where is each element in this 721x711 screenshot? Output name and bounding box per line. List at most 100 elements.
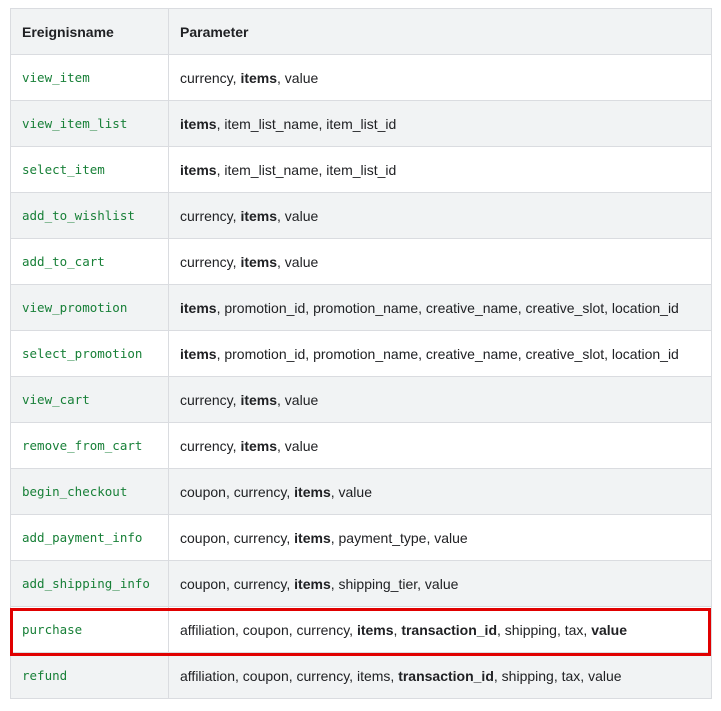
parameter: value	[284, 253, 319, 270]
column-header-event-name: Ereignisname	[10, 8, 169, 55]
parameter: value	[284, 391, 319, 408]
required-parameter: items	[180, 115, 217, 132]
parameter: shipping	[501, 667, 554, 684]
parameter: coupon	[242, 621, 289, 638]
parameter: creative_name	[425, 299, 518, 316]
required-parameter: items	[240, 437, 278, 454]
table-row: view_item currency, items, value	[10, 54, 712, 101]
parameter: tax	[561, 667, 581, 684]
event-name-cell: remove_from_cart	[10, 422, 169, 469]
table-row: purchase affiliation, coupon, currency, i…	[10, 606, 712, 653]
required-parameter: transaction_id	[398, 667, 494, 684]
parameter: currency	[233, 575, 287, 592]
table-row: add_to_wishlist currency, items, value	[10, 192, 712, 239]
table-row: add_shipping_info coupon, currency, items…	[10, 560, 712, 607]
column-header-parameter: Parameter	[168, 8, 712, 55]
parameter: affiliation	[180, 621, 236, 638]
table-body: view_item currency, items, value view_item…	[10, 54, 712, 699]
parameter: currency	[233, 529, 287, 546]
table-row: add_to_cart currency, items, value	[10, 238, 712, 285]
event-name-cell: add_to_wishlist	[10, 192, 169, 239]
event-name-cell: refund	[10, 652, 169, 699]
event-name-cell: view_cart	[10, 376, 169, 423]
table-row: select_item items, item_list_name, item_l…	[10, 146, 712, 193]
parameter: value	[284, 69, 319, 86]
parameter: creative_slot	[525, 299, 605, 316]
parameter-cell: items, item_list_name, item_list_id	[168, 146, 712, 193]
table-row: begin_checkout coupon, currency, items, v…	[10, 468, 712, 515]
parameter-cell: currency, items, value	[168, 238, 712, 285]
parameter-cell: coupon, currency, items, value	[168, 468, 712, 515]
parameter: affiliation	[180, 667, 236, 684]
parameter: items	[356, 667, 391, 684]
required-parameter: items	[180, 161, 217, 178]
event-name-cell: begin_checkout	[10, 468, 169, 515]
parameter: currency	[180, 437, 233, 454]
parameter: item_list_name	[224, 161, 319, 178]
parameter: creative_name	[425, 345, 518, 362]
parameter-cell: items, promotion_id, promotion_name, cre…	[168, 284, 712, 331]
required-parameter: items	[240, 69, 278, 86]
table-row: view_cart currency, items, value	[10, 376, 712, 423]
table-row: view_item_list items, item_list_name, ite…	[10, 100, 712, 147]
required-parameter: items	[294, 529, 331, 546]
event-name-cell: purchase	[10, 606, 169, 653]
parameter-cell: currency, items, value	[168, 376, 712, 423]
parameter: currency	[233, 483, 287, 500]
event-name-cell: select_item	[10, 146, 169, 193]
parameter: creative_slot	[525, 345, 605, 362]
parameter: tax	[564, 621, 584, 638]
parameter: currency	[296, 667, 350, 684]
table-row: refund affiliation, coupon, currency, ite…	[10, 652, 712, 699]
required-parameter: transaction_id	[401, 621, 498, 638]
parameter: item_list_id	[326, 161, 397, 178]
parameter: value	[434, 529, 468, 546]
parameter: value	[284, 437, 319, 454]
required-parameter: items	[240, 253, 278, 270]
parameter: currency	[180, 253, 233, 270]
event-name-cell: add_to_cart	[10, 238, 169, 285]
parameter: currency	[180, 207, 233, 224]
parameter: promotion_id	[224, 345, 306, 362]
parameter-cell: currency, items, value	[168, 192, 712, 239]
parameter-cell: currency, items, value	[168, 54, 712, 101]
parameter: promotion_name	[313, 345, 419, 362]
parameter: promotion_name	[313, 299, 419, 316]
events-parameter-table: Ereignisname Parameter view_item currency…	[10, 8, 712, 699]
required-parameter: value	[591, 621, 628, 638]
table-row: view_promotion items, promotion_id, promo…	[10, 284, 712, 331]
parameter: value	[424, 575, 459, 592]
table-row: select_promotion items, promotion_id, pro…	[10, 330, 712, 377]
event-name-cell: view_item_list	[10, 100, 169, 147]
parameter-cell: affiliation, coupon, currency, items, tr…	[168, 606, 712, 653]
parameter: coupon	[242, 667, 289, 684]
required-parameter: items	[180, 299, 217, 316]
parameter-cell: items, item_list_name, item_list_id	[168, 100, 712, 147]
parameter-cell: currency, items, value	[168, 422, 712, 469]
parameter: coupon	[180, 529, 226, 546]
parameter: currency	[180, 69, 233, 86]
parameter-cell: coupon, currency, items, payment_type, v…	[168, 514, 712, 561]
required-parameter: items	[294, 575, 331, 592]
parameter: value	[284, 207, 319, 224]
required-parameter: items	[356, 621, 394, 638]
parameter: coupon	[180, 575, 226, 592]
parameter: payment_type	[338, 529, 427, 546]
parameter: shipping_tier	[338, 575, 418, 592]
parameter: location_id	[611, 345, 679, 362]
event-name-cell: select_promotion	[10, 330, 169, 377]
event-name-cell: view_promotion	[10, 284, 169, 331]
parameter: shipping	[504, 621, 557, 638]
parameter: location_id	[611, 299, 679, 316]
required-parameter: items	[240, 391, 278, 408]
event-name-cell: add_shipping_info	[10, 560, 169, 607]
parameter: value	[588, 667, 622, 684]
parameter-cell: affiliation, coupon, currency, items, tr…	[168, 652, 712, 699]
parameter-cell: coupon, currency, items, shipping_tier, …	[168, 560, 712, 607]
parameter-cell: items, promotion_id, promotion_name, cre…	[168, 330, 712, 377]
required-parameter: items	[294, 483, 331, 500]
parameter: coupon	[180, 483, 226, 500]
required-parameter: items	[240, 207, 278, 224]
parameter: item_list_name	[224, 115, 319, 132]
parameter: currency	[296, 621, 350, 638]
